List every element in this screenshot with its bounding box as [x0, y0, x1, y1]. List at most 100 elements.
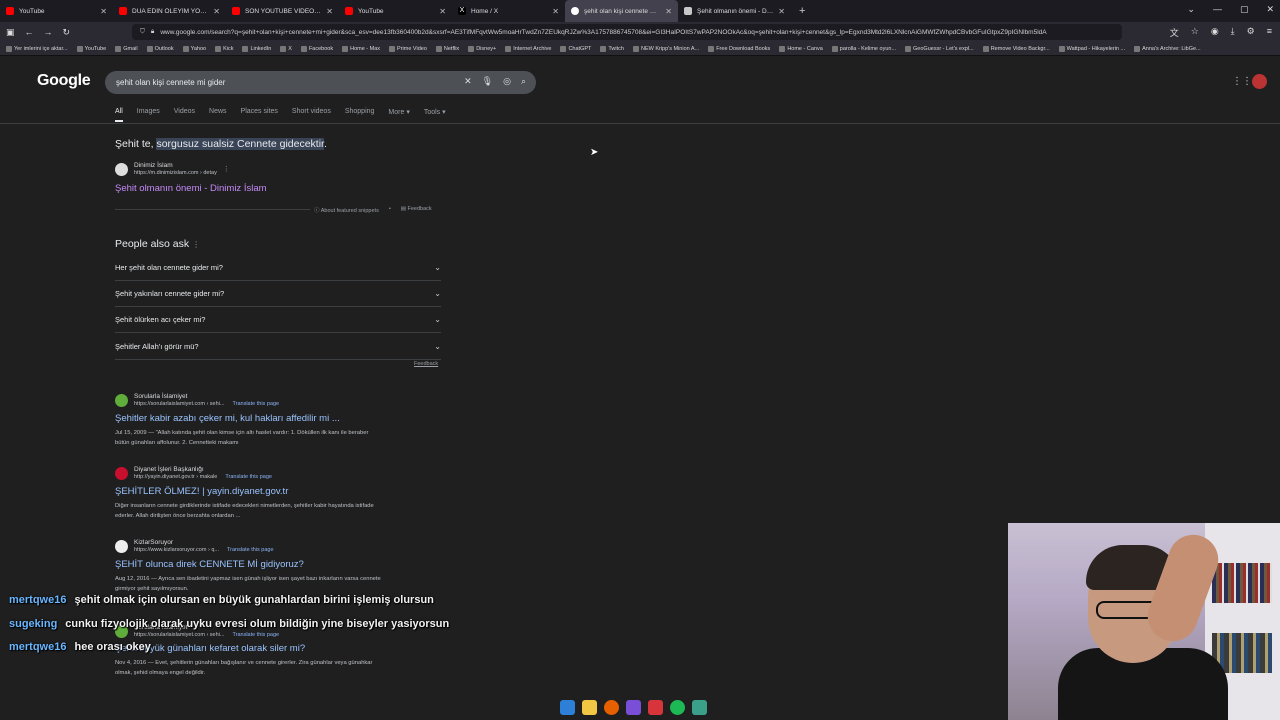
browser-tab[interactable]: SON YOUTUBE VİDEOM - YouT...✕: [226, 0, 339, 22]
close-tab-icon[interactable]: ✕: [778, 7, 785, 16]
close-tab-icon[interactable]: ✕: [213, 7, 220, 16]
result-title-link[interactable]: ŞEHİTLER ÖLMEZ! | yayin.diyanet.gov.tr: [115, 486, 288, 497]
address-bar[interactable]: ⛉ 🔒︎ www.google.com/search?q=şehit+olan+…: [132, 24, 1122, 40]
paa-question[interactable]: Şehitler Allah'ı görür mü? ⌄: [115, 334, 441, 360]
translate-link[interactable]: Translate this page: [225, 474, 272, 480]
app-icon[interactable]: [626, 700, 641, 715]
tracking-icon[interactable]: ⛉: [140, 28, 145, 36]
bookmark-item[interactable]: Twitch: [600, 45, 624, 52]
paa-question[interactable]: Her şehit olan cennete gider mi? ⌄: [115, 255, 441, 281]
result-source[interactable]: Diyanet İşleri Başkanlığı http://yayin.di…: [115, 466, 272, 480]
bookmark-item[interactable]: Yer imlerini içe aktar...: [6, 45, 68, 52]
search-icon[interactable]: ⌕: [521, 76, 526, 87]
result-source[interactable]: Sorularla İslamiyet https://sorularlaisla…: [115, 393, 279, 407]
more-options-icon[interactable]: ⋮: [223, 165, 230, 173]
about-snippets-link[interactable]: ⓘ About featured snippets: [314, 206, 379, 214]
forward-icon[interactable]: →: [44, 27, 53, 37]
browser-tab[interactable]: Şehit olmanın önemi - Dinimiz✕: [678, 0, 791, 22]
downloads-icon[interactable]: ⤓: [1231, 26, 1235, 39]
lens-icon[interactable]: ◎: [503, 76, 511, 87]
bookmark-item[interactable]: parolla - Kelime oyun...: [831, 45, 896, 52]
tab-images[interactable]: Images: [137, 108, 160, 122]
translate-icon[interactable]: 文: [1170, 26, 1179, 39]
account-icon[interactable]: ◉: [1211, 26, 1219, 39]
back-icon[interactable]: ←: [25, 27, 34, 37]
close-tab-icon[interactable]: ✕: [439, 7, 446, 16]
bookmark-item[interactable]: Free Download Books: [708, 45, 770, 52]
bookmark-item[interactable]: ChatGPT: [560, 45, 591, 52]
bookmark-item[interactable]: Wattpad - Hikayelerin ...: [1058, 45, 1125, 52]
paa-feedback-link[interactable]: Feedback: [414, 361, 438, 367]
bookmark-item[interactable]: Gmail: [115, 45, 138, 52]
bookmark-item[interactable]: Disney+: [468, 45, 496, 52]
close-tab-icon[interactable]: ✕: [326, 7, 333, 16]
new-tab-icon[interactable]: +: [791, 5, 813, 17]
bookmark-item[interactable]: Home - Canva: [779, 45, 823, 52]
reload-icon[interactable]: ↻: [63, 27, 71, 38]
clear-icon[interactable]: ✕: [464, 76, 472, 87]
close-window-icon[interactable]: ✕: [1266, 4, 1274, 15]
feedback-link[interactable]: ▤ Feedback: [401, 206, 432, 214]
bookmark-item[interactable]: Prime Video: [389, 45, 427, 52]
bookmark-item[interactable]: Facebook: [300, 45, 333, 52]
bookmark-item[interactable]: LinkedIn: [242, 45, 271, 52]
microphone-icon[interactable]: 🎙︎: [482, 76, 493, 87]
snippet-link[interactable]: Şehit olmanın önemi - Dinimiz İslam: [115, 183, 267, 194]
tab-places-sites[interactable]: Places sites: [241, 108, 278, 122]
tab-short-videos[interactable]: Short videos: [292, 108, 331, 122]
paa-question[interactable]: Şehit ölürken acı çeker mi? ⌄: [115, 307, 441, 333]
bookmark-item[interactable]: Netflix: [435, 45, 459, 52]
maximize-icon[interactable]: ▢: [1240, 4, 1249, 15]
google-logo[interactable]: Google: [37, 72, 91, 90]
bookmark-item[interactable]: Kick: [215, 45, 233, 52]
bookmark-item[interactable]: NEW Kripp's Minion A...: [632, 45, 699, 52]
lock-icon[interactable]: 🔒︎: [151, 28, 154, 36]
bookmark-item[interactable]: Internet Archive: [505, 45, 551, 52]
translate-link[interactable]: Translate this page: [232, 401, 279, 407]
tab-list-icon[interactable]: ⌄: [1187, 4, 1195, 15]
browser-tab[interactable]: YouTube ✕: [339, 0, 452, 22]
bookmark-item[interactable]: Anna's Archive: LibGe...: [1134, 45, 1201, 52]
file-explorer-icon[interactable]: [582, 700, 597, 715]
bookmark-star-icon[interactable]: ☆: [1191, 26, 1199, 39]
url-text[interactable]: www.google.com/search?q=şehit+olan+kişi+…: [160, 29, 1046, 36]
bookmark-item[interactable]: Outlook: [146, 45, 174, 52]
browser-tab-active[interactable]: şehit olan kişi cennete mi gider✕: [565, 0, 678, 22]
tab-more[interactable]: More ▾: [388, 108, 409, 122]
tab-tools[interactable]: Tools ▾: [424, 108, 446, 122]
extensions-icon[interactable]: ⚙: [1247, 26, 1255, 39]
tab-all[interactable]: All: [115, 108, 123, 122]
paa-question[interactable]: Şehit yakınları cennete gider mi? ⌄: [115, 281, 441, 307]
browser-tab[interactable]: DUA EDİN ÖLEYİM YOKSA ÇOK✕: [113, 0, 226, 22]
browser-tab[interactable]: YouTube ✕: [0, 0, 113, 22]
close-tab-icon[interactable]: ✕: [100, 7, 107, 16]
bookmark-item[interactable]: Home - Max: [342, 45, 380, 52]
tab-news[interactable]: News: [209, 108, 227, 122]
bookmark-item[interactable]: Yahoo: [182, 45, 206, 52]
result-title-link[interactable]: ŞEHİT olunca direk CENNETE Mİ gidiyoruz?: [115, 559, 304, 570]
bookmark-item[interactable]: Remove Video Backgr...: [982, 45, 1050, 52]
tab-videos[interactable]: Videos: [174, 108, 195, 122]
search-input[interactable]: şehit olan kişi cennete mi gider: [116, 78, 225, 87]
sidebar-icon[interactable]: ▣: [6, 27, 15, 38]
translate-link[interactable]: Translate this page: [227, 547, 274, 553]
result-title-link[interactable]: Şehitler kabir azabı çeker mi, kul hakla…: [115, 413, 340, 424]
bookmark-item[interactable]: GeoGuessr - Let's expl...: [905, 45, 974, 52]
firefox-icon[interactable]: [604, 700, 619, 715]
bookmark-item[interactable]: X: [280, 45, 292, 52]
result-source[interactable]: KizlarSoruyor https://www.kizlarsoruyor.c…: [115, 539, 274, 553]
app-icon[interactable]: [692, 700, 707, 715]
more-options-icon[interactable]: ⋮: [192, 240, 200, 249]
bookmark-item[interactable]: YouTube: [76, 45, 106, 52]
avatar[interactable]: [1252, 74, 1267, 89]
tab-shopping[interactable]: Shopping: [345, 108, 375, 122]
search-box[interactable]: şehit olan kişi cennete mi gider ✕ 🎙︎ ◎ …: [105, 71, 536, 94]
minimize-icon[interactable]: —: [1213, 4, 1222, 15]
browser-tab[interactable]: X Home / X ✕: [452, 0, 565, 22]
translate-link[interactable]: Translate this page: [232, 632, 279, 638]
menu-icon[interactable]: ≡: [1267, 26, 1272, 39]
app-icon[interactable]: [648, 700, 663, 715]
close-tab-icon[interactable]: ✕: [552, 7, 559, 16]
close-tab-icon[interactable]: ✕: [665, 7, 672, 16]
windows-start-icon[interactable]: [560, 700, 575, 715]
